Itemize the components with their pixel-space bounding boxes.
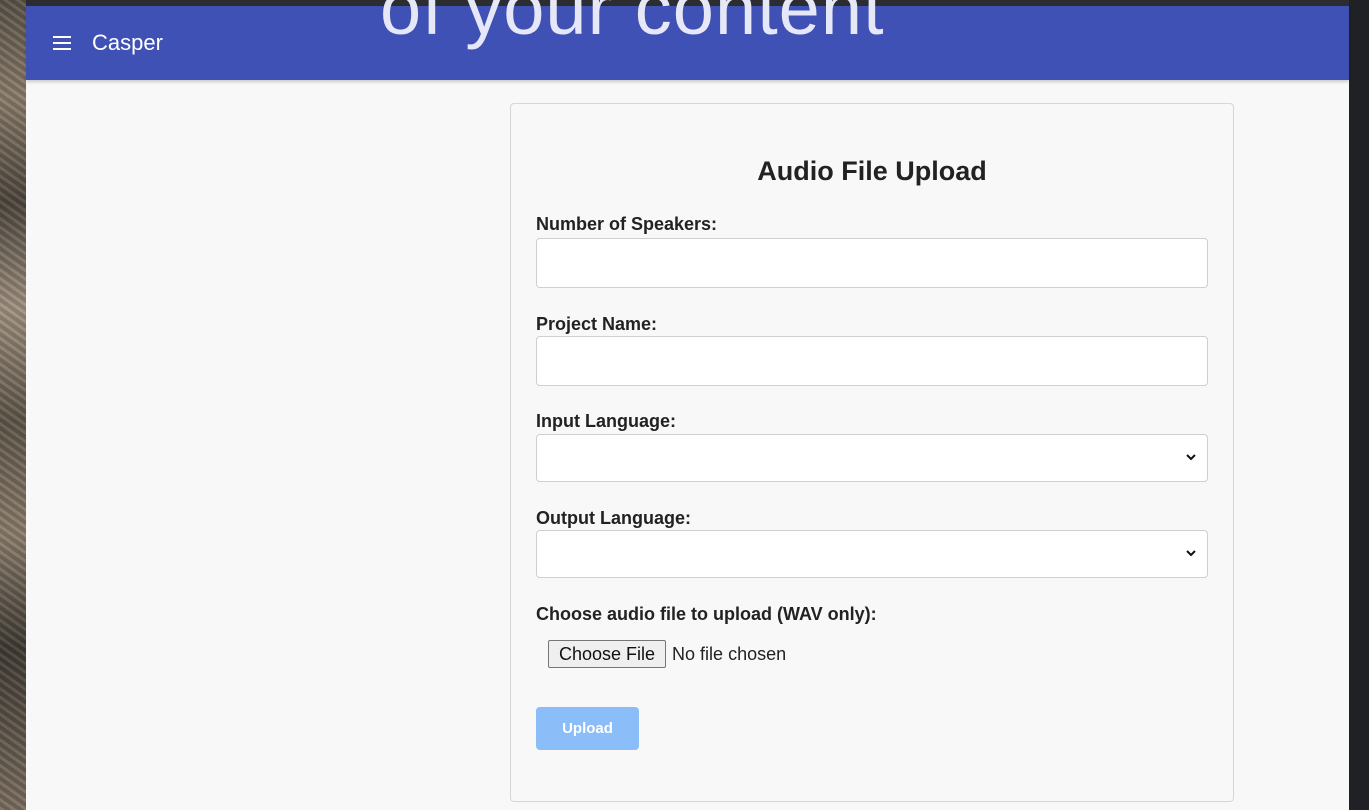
background-photo-left	[0, 0, 26, 810]
chevron-down-icon	[1186, 550, 1196, 557]
output-language-select[interactable]	[536, 530, 1208, 578]
file-picker: Choose File No file chosen	[548, 640, 786, 668]
input-language-label: Input Language:	[536, 411, 676, 431]
upload-button[interactable]: Upload	[536, 707, 639, 750]
speakers-input[interactable]	[536, 238, 1208, 288]
app-window: Casper Audio File Upload Number of Speak…	[26, 6, 1349, 810]
app-title: Casper	[92, 30, 163, 55]
project-name-label: Project Name:	[536, 314, 658, 334]
top-app-bar: Casper	[26, 6, 1349, 80]
file-status-text: No file chosen	[672, 643, 787, 664]
background-right	[1349, 0, 1369, 810]
hamburger-menu-icon[interactable]	[53, 32, 75, 54]
upload-form-card: Audio File Upload Number of Speakers: Pr…	[510, 103, 1234, 802]
chevron-down-icon	[1186, 454, 1196, 461]
speakers-label: Number of Speakers:	[536, 214, 718, 234]
form-title: Audio File Upload	[757, 156, 987, 186]
input-language-select[interactable]	[536, 434, 1208, 482]
project-name-input[interactable]	[536, 336, 1208, 386]
output-language-label: Output Language:	[536, 508, 691, 528]
choose-file-button[interactable]: Choose File	[548, 640, 667, 668]
file-upload-label: Choose audio file to upload (WAV only):	[536, 604, 877, 624]
